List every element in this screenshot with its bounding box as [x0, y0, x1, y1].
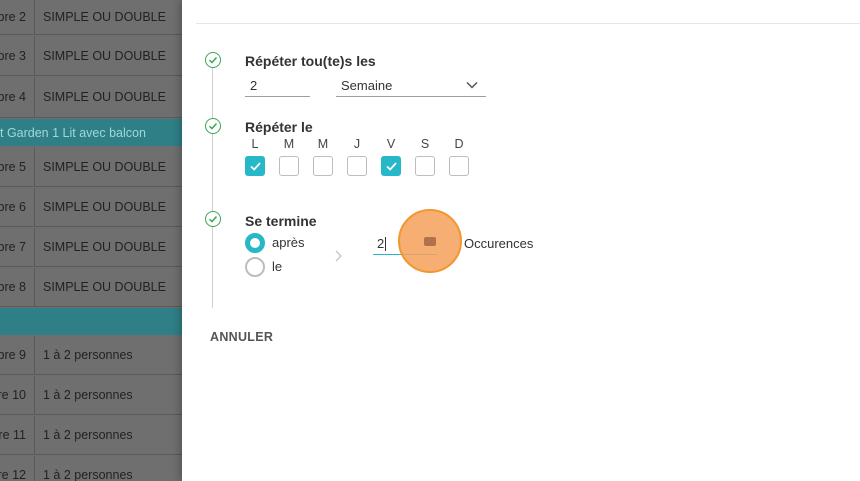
- day-label: D: [454, 137, 464, 151]
- table-row: bre 9 1 à 2 personnes: [0, 336, 182, 375]
- ends-after-label[interactable]: après: [272, 235, 305, 250]
- day-friday[interactable]: V: [381, 137, 401, 176]
- type-cell: 1 à 2 personnes: [43, 348, 133, 362]
- room-cell: bre 10: [0, 376, 35, 414]
- occurrences-value: 2: [377, 236, 385, 251]
- occurrences-label: Occurences: [464, 236, 534, 251]
- header-divider: [196, 23, 860, 24]
- day-label: L: [251, 137, 259, 151]
- step-complete-icon: [205, 52, 221, 68]
- type-cell: SIMPLE OU DOUBLE: [43, 159, 166, 174]
- day-monday[interactable]: L: [245, 137, 265, 176]
- unit-select[interactable]: Semaine: [336, 74, 486, 97]
- table-row: bre 10 1 à 2 personnes: [0, 376, 182, 415]
- room-cell: bre 2: [0, 0, 35, 34]
- repeat-every-title: Répéter tou(te)s les: [245, 53, 376, 69]
- room-cell: bre 12: [0, 456, 35, 481]
- day-checkbox[interactable]: [415, 156, 435, 176]
- repeat-on-title: Répéter le: [245, 119, 313, 135]
- day-checkbox[interactable]: [245, 156, 265, 176]
- type-cell: SIMPLE OU DOUBLE: [43, 10, 166, 24]
- table-row: bre 7 SIMPLE OU DOUBLE: [0, 228, 182, 267]
- day-tuesday[interactable]: M: [279, 137, 299, 176]
- day-label: M: [283, 137, 295, 151]
- background-table: bre 2 SIMPLE OU DOUBLE bre 3 SIMPLE OU D…: [0, 0, 182, 481]
- ends-on-label[interactable]: le: [272, 259, 282, 274]
- type-cell: SIMPLE OU DOUBLE: [43, 240, 166, 254]
- interval-input[interactable]: 2: [245, 74, 310, 97]
- room-cell: bre 7: [0, 228, 35, 266]
- day-wednesday[interactable]: M: [313, 137, 333, 176]
- table-row: bre 2 SIMPLE OU DOUBLE: [0, 0, 182, 35]
- day-label: S: [420, 137, 430, 151]
- text-cursor: [385, 236, 387, 251]
- room-cell: bre 5: [0, 147, 35, 186]
- day-checkbox[interactable]: [381, 156, 401, 176]
- day-saturday[interactable]: S: [415, 137, 435, 176]
- room-cell: bre 3: [0, 36, 35, 75]
- table-row: bre 12 1 à 2 personnes: [0, 456, 182, 481]
- type-cell: 1 à 2 personnes: [43, 468, 133, 481]
- spinner-arrow-icon: [424, 236, 436, 246]
- ends-title: Se termine: [245, 213, 317, 229]
- table-row: bre 5 SIMPLE OU DOUBLE: [0, 147, 182, 187]
- group-band: t Garden 1 Lit avec balcon: [0, 119, 182, 146]
- cancel-button[interactable]: ANNULER: [210, 330, 273, 344]
- day-label: J: [353, 137, 361, 151]
- room-cell: bre 11: [0, 416, 35, 454]
- type-cell: SIMPLE OU DOUBLE: [43, 90, 166, 104]
- room-cell: bre 6: [0, 188, 35, 226]
- ends-after-radio[interactable]: [245, 233, 265, 253]
- ends-on-radio[interactable]: [245, 257, 265, 277]
- recurrence-panel: Répéter tou(te)s les 2 Semaine Répéter l…: [182, 0, 860, 481]
- day-checkbox[interactable]: [313, 156, 333, 176]
- step-complete-icon: [205, 118, 221, 134]
- day-thursday[interactable]: J: [347, 137, 367, 176]
- type-cell: SIMPLE OU DOUBLE: [43, 200, 166, 214]
- table-row: bre 4 SIMPLE OU DOUBLE: [0, 77, 182, 118]
- table-row: bre 8 SIMPLE OU DOUBLE: [0, 268, 182, 307]
- type-cell: SIMPLE OU DOUBLE: [43, 48, 166, 63]
- check-icon: [249, 161, 261, 171]
- day-checkbox[interactable]: [449, 156, 469, 176]
- type-cell: 1 à 2 personnes: [43, 428, 133, 442]
- room-cell: bre 4: [0, 77, 35, 117]
- day-label: V: [386, 137, 396, 151]
- table-row: bre 11 1 à 2 personnes: [0, 416, 182, 455]
- day-label: M: [317, 137, 329, 151]
- chevron-down-icon: [466, 81, 478, 89]
- step-complete-icon: [205, 211, 221, 227]
- chevron-right-icon: [335, 250, 342, 262]
- day-checkbox[interactable]: [347, 156, 367, 176]
- unit-select-value: Semaine: [341, 77, 393, 93]
- group-band-empty: [0, 308, 182, 335]
- day-sunday[interactable]: D: [449, 137, 469, 176]
- type-cell: SIMPLE OU DOUBLE: [43, 280, 166, 294]
- check-icon: [385, 161, 397, 171]
- type-cell: 1 à 2 personnes: [43, 388, 133, 402]
- click-indicator: [398, 209, 462, 273]
- room-cell: bre 8: [0, 268, 35, 306]
- table-row: bre 3 SIMPLE OU DOUBLE: [0, 36, 182, 76]
- room-cell: bre 9: [0, 336, 35, 374]
- day-checkbox[interactable]: [279, 156, 299, 176]
- steps-timeline: [212, 67, 213, 308]
- table-row: bre 6 SIMPLE OU DOUBLE: [0, 188, 182, 227]
